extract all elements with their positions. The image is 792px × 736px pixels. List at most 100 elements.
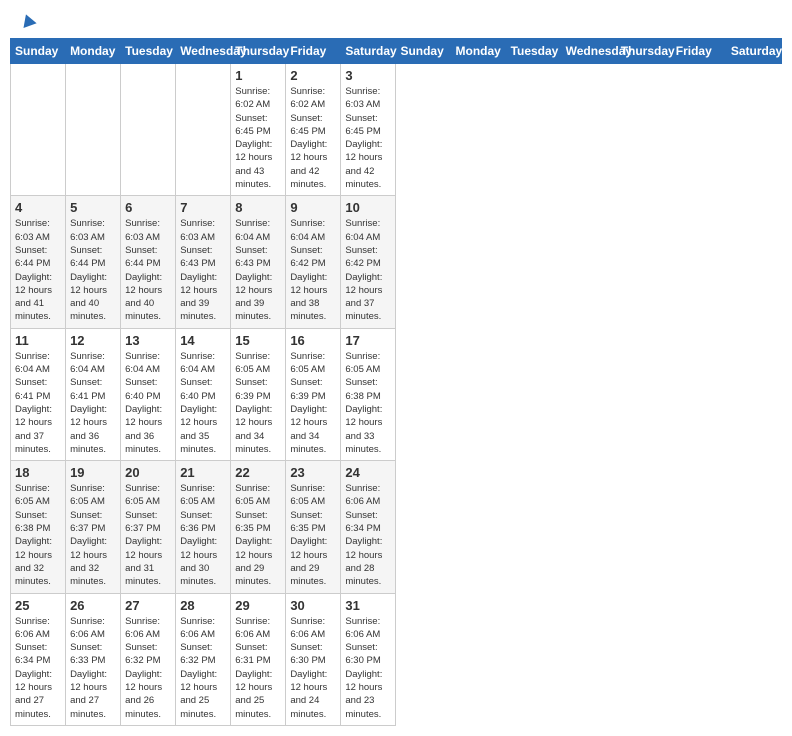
- calendar-cell: 2 Sunrise: 6:02 AM Sunset: 6:45 PM Daylig…: [286, 64, 341, 196]
- day-info: Sunrise: 6:06 AM Sunset: 6:34 PM Dayligh…: [345, 482, 391, 588]
- calendar-cell: 29 Sunrise: 6:06 AM Sunset: 6:31 PM Dayli…: [231, 593, 286, 725]
- day-number: 25: [15, 598, 61, 613]
- calendar-cell: 15Sunrise: 6:05 AM Sunset: 6:39 PM Dayli…: [231, 328, 286, 460]
- day-number: 9: [290, 200, 336, 215]
- day-number: 30: [290, 598, 336, 613]
- day-number: 17: [345, 333, 391, 348]
- header-thursday: Thursday: [231, 39, 286, 64]
- day-number: 23: [290, 465, 336, 480]
- day-number: 24: [345, 465, 391, 480]
- day-info: Sunrise: 6:03 AM Sunset: 6:44 PM Dayligh…: [15, 217, 61, 323]
- day-info: Sunrise: 6:06 AM Sunset: 6:32 PM Dayligh…: [180, 615, 226, 721]
- day-info: Sunrise: 6:06 AM Sunset: 6:30 PM Dayligh…: [345, 615, 391, 721]
- calendar-cell: [11, 64, 66, 196]
- col-header-tuesday: Tuesday: [506, 39, 561, 64]
- day-info: Sunrise: 6:04 AM Sunset: 6:41 PM Dayligh…: [15, 350, 61, 456]
- day-info: Sunrise: 6:05 AM Sunset: 6:36 PM Dayligh…: [180, 482, 226, 588]
- day-number: 14: [180, 333, 226, 348]
- day-number: 16: [290, 333, 336, 348]
- day-info: Sunrise: 6:03 AM Sunset: 6:45 PM Dayligh…: [345, 85, 391, 191]
- day-number: 27: [125, 598, 171, 613]
- calendar-cell: 28 Sunrise: 6:06 AM Sunset: 6:32 PM Dayli…: [176, 593, 231, 725]
- day-info: Sunrise: 6:03 AM Sunset: 6:43 PM Dayligh…: [180, 217, 226, 323]
- day-number: 12: [70, 333, 116, 348]
- day-number: 8: [235, 200, 281, 215]
- day-number: 20: [125, 465, 171, 480]
- day-info: Sunrise: 6:05 AM Sunset: 6:37 PM Dayligh…: [125, 482, 171, 588]
- calendar-week-0: 1Sunrise: 6:02 AM Sunset: 6:45 PM Daylig…: [11, 64, 782, 196]
- calendar-week-1: 4 Sunrise: 6:03 AM Sunset: 6:44 PM Daylig…: [11, 196, 782, 328]
- col-header-monday: Monday: [451, 39, 506, 64]
- calendar-cell: 14Sunrise: 6:04 AM Sunset: 6:40 PM Dayli…: [176, 328, 231, 460]
- day-number: 7: [180, 200, 226, 215]
- day-info: Sunrise: 6:03 AM Sunset: 6:44 PM Dayligh…: [125, 217, 171, 323]
- day-info: Sunrise: 6:06 AM Sunset: 6:34 PM Dayligh…: [15, 615, 61, 721]
- day-info: Sunrise: 6:06 AM Sunset: 6:33 PM Dayligh…: [70, 615, 116, 721]
- day-info: Sunrise: 6:05 AM Sunset: 6:38 PM Dayligh…: [15, 482, 61, 588]
- day-number: 18: [15, 465, 61, 480]
- calendar-cell: [121, 64, 176, 196]
- day-info: Sunrise: 6:06 AM Sunset: 6:30 PM Dayligh…: [290, 615, 336, 721]
- header-friday: Friday: [286, 39, 341, 64]
- day-info: Sunrise: 6:06 AM Sunset: 6:32 PM Dayligh…: [125, 615, 171, 721]
- calendar-cell: 12Sunrise: 6:04 AM Sunset: 6:41 PM Dayli…: [66, 328, 121, 460]
- day-info: Sunrise: 6:05 AM Sunset: 6:38 PM Dayligh…: [345, 350, 391, 456]
- calendar-cell: 7 Sunrise: 6:03 AM Sunset: 6:43 PM Daylig…: [176, 196, 231, 328]
- logo-triangle-icon: [19, 12, 36, 28]
- calendar-cell: 25 Sunrise: 6:06 AM Sunset: 6:34 PM Dayli…: [11, 593, 66, 725]
- day-number: 5: [70, 200, 116, 215]
- calendar-cell: 21 Sunrise: 6:05 AM Sunset: 6:36 PM Dayli…: [176, 461, 231, 593]
- calendar-cell: [176, 64, 231, 196]
- day-number: 4: [15, 200, 61, 215]
- calendar-week-3: 18 Sunrise: 6:05 AM Sunset: 6:38 PM Dayli…: [11, 461, 782, 593]
- calendar-cell: [66, 64, 121, 196]
- col-header-sunday: Sunday: [396, 39, 451, 64]
- calendar-cell: 23 Sunrise: 6:05 AM Sunset: 6:35 PM Dayli…: [286, 461, 341, 593]
- day-info: Sunrise: 6:04 AM Sunset: 6:43 PM Dayligh…: [235, 217, 281, 323]
- day-info: Sunrise: 6:05 AM Sunset: 6:39 PM Dayligh…: [235, 350, 281, 456]
- col-header-thursday: Thursday: [616, 39, 671, 64]
- calendar-cell: 3 Sunrise: 6:03 AM Sunset: 6:45 PM Daylig…: [341, 64, 396, 196]
- day-info: Sunrise: 6:02 AM Sunset: 6:45 PM Dayligh…: [235, 85, 281, 191]
- day-number: 11: [15, 333, 61, 348]
- calendar-cell: 10Sunrise: 6:04 AM Sunset: 6:42 PM Dayli…: [341, 196, 396, 328]
- day-info: Sunrise: 6:05 AM Sunset: 6:35 PM Dayligh…: [290, 482, 336, 588]
- logo: [18, 14, 35, 26]
- day-info: Sunrise: 6:05 AM Sunset: 6:35 PM Dayligh…: [235, 482, 281, 588]
- day-number: 22: [235, 465, 281, 480]
- day-number: 29: [235, 598, 281, 613]
- calendar-table: SundayMondayTuesdayWednesdayThursdayFrid…: [10, 38, 782, 726]
- calendar-header-row: SundayMondayTuesdayWednesdayThursdayFrid…: [11, 39, 782, 64]
- header-tuesday: Tuesday: [121, 39, 176, 64]
- calendar-cell: 6 Sunrise: 6:03 AM Sunset: 6:44 PM Daylig…: [121, 196, 176, 328]
- day-info: Sunrise: 6:04 AM Sunset: 6:40 PM Dayligh…: [125, 350, 171, 456]
- calendar-cell: 1Sunrise: 6:02 AM Sunset: 6:45 PM Daylig…: [231, 64, 286, 196]
- calendar-cell: 13 Sunrise: 6:04 AM Sunset: 6:40 PM Dayli…: [121, 328, 176, 460]
- day-info: Sunrise: 6:02 AM Sunset: 6:45 PM Dayligh…: [290, 85, 336, 191]
- calendar-week-4: 25 Sunrise: 6:06 AM Sunset: 6:34 PM Dayli…: [11, 593, 782, 725]
- header-sunday: Sunday: [11, 39, 66, 64]
- day-number: 3: [345, 68, 391, 83]
- calendar-cell: 20 Sunrise: 6:05 AM Sunset: 6:37 PM Dayli…: [121, 461, 176, 593]
- calendar-cell: 27 Sunrise: 6:06 AM Sunset: 6:32 PM Dayli…: [121, 593, 176, 725]
- calendar-cell: 18 Sunrise: 6:05 AM Sunset: 6:38 PM Dayli…: [11, 461, 66, 593]
- calendar-cell: 22 Sunrise: 6:05 AM Sunset: 6:35 PM Dayli…: [231, 461, 286, 593]
- calendar-cell: 26Sunrise: 6:06 AM Sunset: 6:33 PM Dayli…: [66, 593, 121, 725]
- calendar-cell: 4 Sunrise: 6:03 AM Sunset: 6:44 PM Daylig…: [11, 196, 66, 328]
- calendar-cell: 9Sunrise: 6:04 AM Sunset: 6:42 PM Daylig…: [286, 196, 341, 328]
- col-header-saturday: Saturday: [726, 39, 781, 64]
- day-number: 6: [125, 200, 171, 215]
- day-number: 21: [180, 465, 226, 480]
- day-number: 2: [290, 68, 336, 83]
- calendar-cell: 8 Sunrise: 6:04 AM Sunset: 6:43 PM Daylig…: [231, 196, 286, 328]
- page-header: [10, 10, 782, 30]
- day-number: 28: [180, 598, 226, 613]
- day-info: Sunrise: 6:03 AM Sunset: 6:44 PM Dayligh…: [70, 217, 116, 323]
- day-number: 13: [125, 333, 171, 348]
- col-header-wednesday: Wednesday: [561, 39, 616, 64]
- day-info: Sunrise: 6:06 AM Sunset: 6:31 PM Dayligh…: [235, 615, 281, 721]
- calendar-cell: 11 Sunrise: 6:04 AM Sunset: 6:41 PM Dayli…: [11, 328, 66, 460]
- calendar-cell: 17 Sunrise: 6:05 AM Sunset: 6:38 PM Dayli…: [341, 328, 396, 460]
- header-wednesday: Wednesday: [176, 39, 231, 64]
- header-saturday: Saturday: [341, 39, 396, 64]
